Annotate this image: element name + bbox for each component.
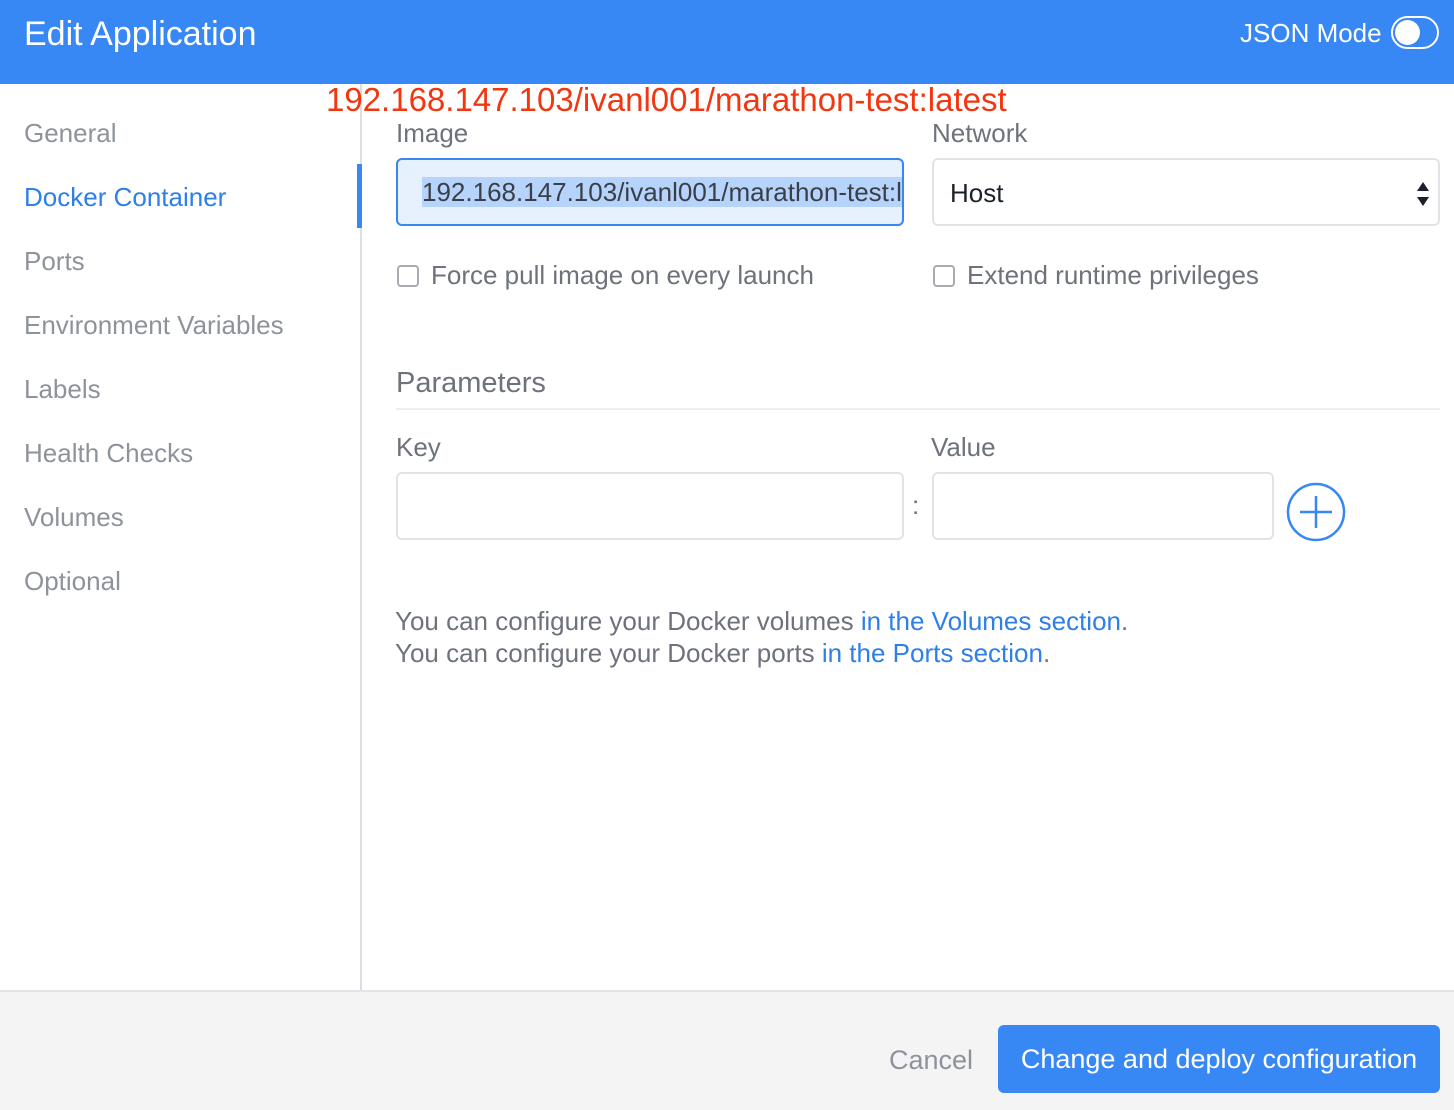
extend-privileges-checkbox[interactable]	[933, 265, 955, 287]
image-input-value: 192.168.147.103/ivanl001/marathon-test:l…	[422, 177, 902, 207]
toggle-knob	[1395, 20, 1420, 45]
ports-help-text: You can configure your Docker ports in t…	[395, 637, 1050, 669]
active-nav-indicator	[357, 164, 362, 228]
network-label: Network	[932, 118, 1028, 148]
sidebar-item-labels[interactable]: Labels	[24, 373, 101, 405]
modal-header: Edit Application JSON Mode	[0, 0, 1454, 84]
parameters-heading: Parameters	[396, 367, 546, 399]
sidebar-item-general[interactable]: General	[24, 117, 117, 149]
sidebar-item-volumes[interactable]: Volumes	[24, 501, 124, 533]
sidebar-item-environment-variables[interactable]: Environment Variables	[24, 309, 284, 341]
modal-footer: Cancel Change and deploy configuration	[0, 990, 1454, 1110]
sidebar-nav: General Docker Container Ports Environme…	[0, 84, 362, 990]
json-mode-label: JSON Mode	[1240, 18, 1382, 48]
sidebar-item-health-checks[interactable]: Health Checks	[24, 437, 193, 469]
select-arrows-icon	[1417, 182, 1429, 206]
volumes-section-link[interactable]: in the Volumes section	[861, 606, 1121, 636]
key-label: Key	[396, 432, 441, 462]
force-pull-label[interactable]: Force pull image on every launch	[431, 260, 814, 290]
image-label: Image	[396, 118, 469, 148]
deploy-button[interactable]: Change and deploy configuration	[998, 1025, 1440, 1093]
cancel-button[interactable]: Cancel	[889, 1044, 973, 1076]
sidebar-item-optional[interactable]: Optional	[24, 565, 121, 597]
volumes-help-prefix: You can configure your Docker volumes	[395, 606, 861, 636]
section-divider	[396, 408, 1440, 410]
volumes-help-text: You can configure your Docker volumes in…	[395, 605, 1128, 637]
ports-section-link[interactable]: in the Ports section	[822, 638, 1043, 668]
volumes-help-suffix: .	[1121, 606, 1129, 636]
parameter-value-input[interactable]	[932, 472, 1274, 540]
extend-privileges-label[interactable]: Extend runtime privileges	[967, 260, 1259, 290]
parameter-key-input[interactable]	[396, 472, 904, 540]
key-value-separator: :	[912, 490, 920, 520]
network-select[interactable]: Host	[932, 158, 1440, 226]
network-select-value: Host	[950, 178, 1004, 208]
image-annotation: 192.168.147.103/ivanl001/marathon-test:l…	[326, 81, 1007, 118]
value-label: Value	[931, 432, 996, 462]
modal-title: Edit Application	[24, 15, 257, 53]
add-parameter-icon[interactable]	[1286, 482, 1346, 542]
sidebar-item-docker-container[interactable]: Docker Container	[24, 181, 226, 213]
force-pull-checkbox[interactable]	[397, 265, 419, 287]
sidebar-item-ports[interactable]: Ports	[24, 245, 85, 277]
ports-help-prefix: You can configure your Docker ports	[395, 638, 822, 668]
json-mode-toggle[interactable]	[1391, 16, 1439, 49]
ports-help-suffix: .	[1042, 638, 1051, 668]
image-input[interactable]: 192.168.147.103/ivanl001/marathon-test:l…	[396, 158, 904, 226]
